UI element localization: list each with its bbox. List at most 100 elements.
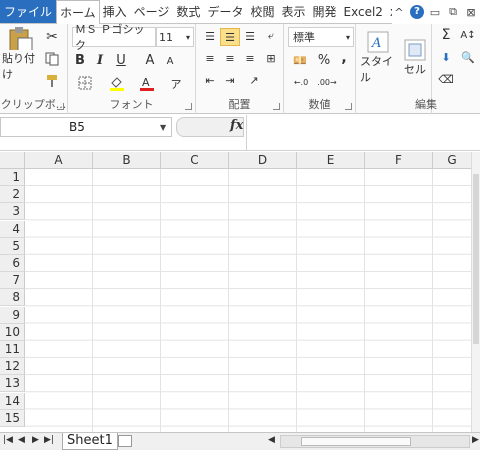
row-header-11[interactable]: 11 (0, 341, 25, 358)
font-launcher-icon[interactable] (185, 103, 192, 110)
insert-function-icon[interactable]: fx (230, 118, 243, 133)
alignment-group: ☰ ☰ ☰ ⤶ ≡ ≡ ≡ ⊞ ⇤ ⇥ ↗ 配置 (196, 24, 284, 114)
styles-button[interactable]: A スタイル (360, 28, 396, 88)
wrap-text-button[interactable]: ⤶ (262, 28, 280, 44)
row-header-2[interactable]: 2 (0, 186, 25, 204)
copy-icon (45, 52, 59, 66)
shrink-font-button[interactable]: A (162, 53, 178, 69)
tab-page-layout[interactable]: ページ (131, 0, 174, 23)
font-name-select[interactable]: ＭＳ Ｐゴシック (72, 23, 156, 52)
row-header-14[interactable]: 14 (0, 392, 25, 410)
clipboard-launcher-icon[interactable] (57, 103, 64, 110)
align-left-button[interactable]: ≡ (202, 50, 218, 66)
column-header-b[interactable]: B (93, 152, 161, 169)
name-box-dropdown-icon[interactable]: ▼ (160, 123, 166, 132)
column-header-c[interactable]: C (161, 152, 229, 169)
row-header-6[interactable]: 6 (0, 255, 25, 272)
merge-center-button[interactable]: ⊞ (262, 50, 280, 66)
column-header-d[interactable]: D (229, 152, 297, 169)
sort-filter-button[interactable]: A↕ (458, 26, 478, 44)
horizontal-scrollbar[interactable] (280, 435, 470, 448)
row-header-9[interactable]: 9 (0, 306, 25, 324)
cell-area[interactable] (25, 169, 472, 432)
column-header-a[interactable]: A (25, 152, 93, 169)
column-header-e[interactable]: E (297, 152, 365, 169)
row-header-3[interactable]: 3 (0, 203, 25, 221)
last-sheet-icon[interactable]: ▶| (44, 435, 54, 445)
comma-button[interactable]: , (336, 50, 352, 66)
fill-button[interactable]: ⬇ (436, 48, 456, 66)
find-button[interactable]: 🔍 (458, 48, 478, 66)
scroll-right-icon[interactable]: ▶ (472, 435, 479, 445)
tab-review[interactable]: 校閲 (247, 0, 278, 23)
sheet-tab-sheet1[interactable]: Sheet1 (62, 433, 118, 450)
scroll-left-icon[interactable]: ◀ (268, 435, 275, 445)
orientation-button[interactable]: ↗ (244, 72, 264, 88)
vertical-scroll-thumb[interactable] (473, 174, 479, 344)
underline-button[interactable]: U (112, 51, 130, 69)
tab-data[interactable]: データ (204, 0, 247, 23)
clear-button[interactable]: ⌫ (436, 70, 456, 88)
horizontal-scroll-thumb[interactable] (301, 437, 411, 446)
align-middle-button[interactable]: ☰ (220, 28, 240, 46)
row-header-1[interactable]: 1 (0, 169, 25, 186)
cells-button[interactable]: セル (400, 28, 430, 88)
row-header-7[interactable]: 7 (0, 272, 25, 290)
row-header-15[interactable]: 15 (0, 409, 25, 427)
grow-font-button[interactable]: A (142, 51, 158, 69)
first-sheet-icon[interactable]: |◀ (3, 435, 13, 445)
tab-developer[interactable]: 開発 (309, 0, 340, 23)
align-top-button[interactable]: ☰ (202, 28, 218, 44)
tab-formulas[interactable]: 数式 (173, 0, 204, 23)
bold-button[interactable]: B (72, 51, 88, 69)
number-launcher-icon[interactable] (345, 103, 352, 110)
align-right-button[interactable]: ≡ (242, 50, 258, 66)
font-size-select[interactable]: 11 ▾ (156, 27, 194, 47)
collapse-ribbon-icon[interactable]: ^ (392, 6, 406, 19)
prev-sheet-icon[interactable]: ◀ (18, 435, 25, 445)
format-painter-button[interactable] (42, 72, 62, 90)
tab-view[interactable]: 表示 (278, 0, 309, 23)
autosum-button[interactable]: Σ (436, 26, 456, 44)
tab-insert[interactable]: 挿入 (100, 0, 131, 23)
select-all-corner[interactable] (0, 152, 25, 169)
decrease-decimal-button[interactable]: .00→ (316, 74, 338, 90)
row-header-13[interactable]: 13 (0, 375, 25, 393)
percent-button[interactable]: % (316, 52, 332, 68)
borders-button[interactable] (72, 74, 98, 92)
increase-indent-button[interactable]: ⇥ (222, 72, 238, 88)
name-box[interactable]: B5 (0, 117, 172, 137)
minimize-icon[interactable]: ▭ (428, 6, 442, 19)
number-format-select[interactable]: 標準 ▾ (288, 27, 354, 47)
align-center-button[interactable]: ≡ (222, 50, 238, 66)
close-icon[interactable]: ⊠ (464, 6, 478, 19)
insert-sheet-icon[interactable] (118, 435, 132, 447)
italic-button[interactable]: I (92, 51, 108, 69)
row-header-5[interactable]: 5 (0, 237, 25, 255)
row-header-8[interactable]: 8 (0, 289, 25, 307)
formula-input[interactable] (246, 115, 480, 151)
vertical-scrollbar[interactable] (471, 152, 480, 432)
next-sheet-icon[interactable]: ▶ (32, 435, 39, 445)
row-header-10[interactable]: 10 (0, 323, 25, 341)
column-header-f[interactable]: F (365, 152, 433, 169)
currency-button[interactable]: 💴 (288, 52, 312, 68)
restore-icon[interactable]: ⧉ (446, 5, 460, 19)
fill-color-button[interactable] (104, 74, 130, 92)
phonetic-button[interactable]: ア (168, 76, 184, 92)
font-color-button[interactable]: A (134, 74, 160, 92)
row-header-4[interactable]: 4 (0, 220, 25, 238)
align-bottom-button[interactable]: ☰ (242, 28, 258, 44)
tab-excel2[interactable]: Excel2 (341, 0, 387, 23)
decrease-indent-button[interactable]: ⇤ (202, 72, 218, 88)
column-header-g[interactable]: G (433, 152, 472, 169)
sheet-tab-bar: |◀ ◀ ▶ ▶| Sheet1 ◀ ▶ (0, 432, 480, 450)
help-icon[interactable]: ? (410, 5, 424, 19)
tab-file[interactable]: ファイル (0, 0, 56, 23)
cut-button[interactable]: ✂ (42, 28, 62, 46)
copy-button[interactable] (42, 50, 64, 68)
alignment-launcher-icon[interactable] (273, 103, 280, 110)
paste-button[interactable]: 貼り付け (2, 26, 40, 82)
row-header-12[interactable]: 12 (0, 358, 25, 376)
increase-decimal-button[interactable]: ←.0 (290, 74, 312, 90)
